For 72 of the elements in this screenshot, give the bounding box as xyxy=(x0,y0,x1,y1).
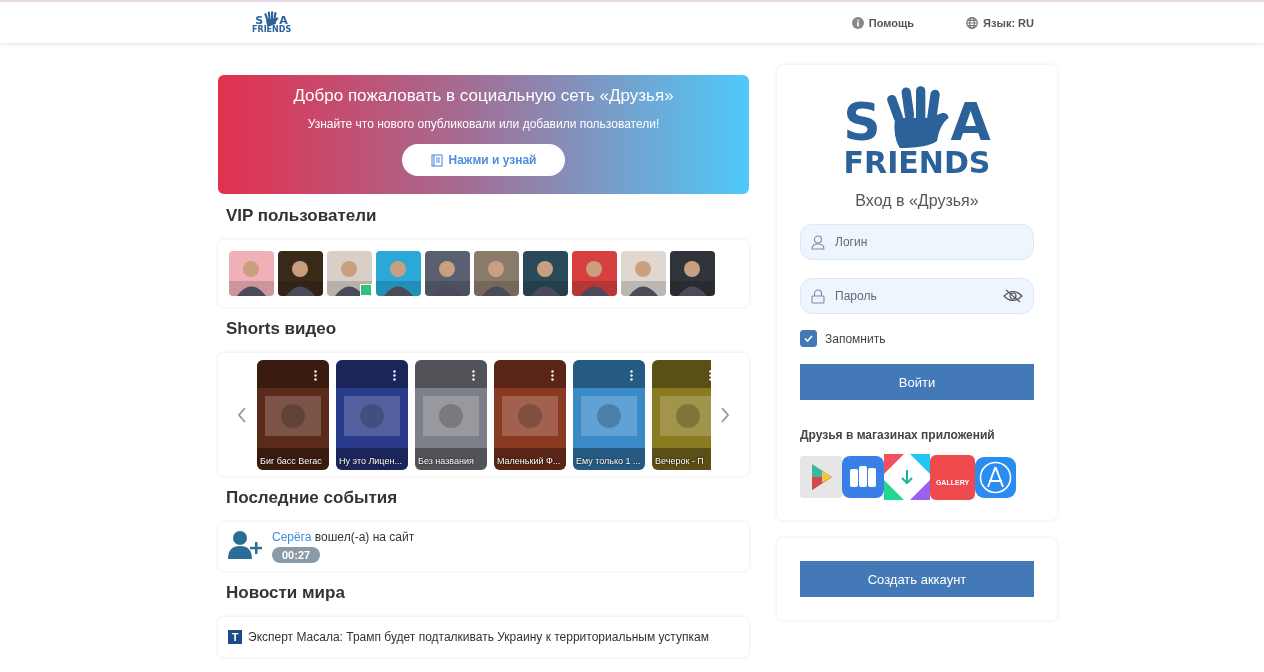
video-caption: Ему только 1 ... xyxy=(576,455,641,466)
app-store-icon[interactable] xyxy=(842,456,884,498)
user-link[interactable]: Серёга xyxy=(272,530,312,544)
login-field[interactable]: Логин xyxy=(800,224,1034,260)
eye-off-icon[interactable] xyxy=(1003,289,1023,303)
section-title: Последние события xyxy=(226,488,399,508)
lock-icon xyxy=(811,288,825,304)
video-thumbnail[interactable]: Вечерок - П xyxy=(652,359,711,470)
user-avatar[interactable] xyxy=(670,251,715,296)
user-avatar[interactable] xyxy=(376,251,421,296)
user-avatar[interactable] xyxy=(621,251,666,296)
video-caption: Без названия xyxy=(418,455,474,466)
video-thumbnail[interactable]: Ему только 1 ... xyxy=(573,359,645,470)
section-title: VIP пользователи xyxy=(226,206,378,226)
hand-icon xyxy=(263,11,280,26)
video-caption: Ну это Лицен... xyxy=(339,455,402,466)
user-avatar[interactable] xyxy=(425,251,470,296)
video-thumbnail[interactable]: Маленький Ф... xyxy=(494,359,566,470)
logo-word: FRIENDS xyxy=(843,148,991,178)
password-input[interactable]: Пароль xyxy=(833,288,995,304)
video-thumbnail[interactable]: Биг басс Вегас xyxy=(257,359,329,470)
user-avatar[interactable] xyxy=(474,251,519,296)
chevron-left-icon xyxy=(237,406,247,423)
header-link[interactable]: Язык: RU xyxy=(966,16,1034,29)
news-headline[interactable]: Эксперт Масала: Трамп будет подталкивать Украину к территориальным уступкам xyxy=(248,630,709,644)
video-thumbnail[interactable]: Без названия xyxy=(415,359,487,470)
banner-title: Добро пожаловать в социальную сеть «Друзья» xyxy=(293,86,674,106)
online-badge xyxy=(360,284,372,296)
checkbox[interactable] xyxy=(800,330,817,347)
user-avatar[interactable] xyxy=(327,251,372,296)
logo-letter: A xyxy=(279,14,288,26)
section-title: Новости мира xyxy=(226,583,346,603)
app-store-icon[interactable] xyxy=(975,456,1016,498)
password-field[interactable]: Пароль xyxy=(800,278,1034,314)
more-icon[interactable] xyxy=(314,369,317,381)
user-avatar[interactable] xyxy=(523,251,568,296)
download-store-icon[interactable] xyxy=(884,454,930,500)
source-icon: T xyxy=(228,630,242,644)
stores-title: Друзья в магазинах приложений xyxy=(800,428,996,442)
check-icon xyxy=(804,335,813,342)
login-button[interactable]: Войти xyxy=(800,364,1034,400)
login-input[interactable]: Логин xyxy=(833,234,1023,250)
user-add-icon xyxy=(228,530,262,560)
video-caption: Биг басс Вегас xyxy=(260,455,322,466)
more-icon[interactable] xyxy=(472,369,475,381)
logo-letter: A xyxy=(950,96,991,148)
video-thumbnail[interactable]: Ну это Лицен... xyxy=(336,359,408,470)
more-icon[interactable] xyxy=(551,369,554,381)
globe-icon xyxy=(966,16,979,29)
event-time: 00:27 xyxy=(272,547,321,563)
video-caption: Маленький Ф... xyxy=(497,455,561,466)
logo-word: FRIENDS xyxy=(252,25,292,34)
event-text: Серёга вошел(-а) на сайт xyxy=(272,530,415,544)
logo-letter: S xyxy=(255,14,264,26)
play-store-icon[interactable] xyxy=(800,456,842,498)
user-avatar[interactable] xyxy=(229,251,274,296)
logo-letter: S xyxy=(843,96,881,148)
more-icon[interactable] xyxy=(393,369,396,381)
more-icon[interactable] xyxy=(630,369,633,381)
video-caption: Вечерок - П xyxy=(655,455,704,466)
user-icon xyxy=(811,234,825,250)
banner-subtitle: Узнайте что нового опубликовали или добавили пользователи! xyxy=(307,117,660,131)
user-avatar[interactable] xyxy=(572,251,617,296)
user-avatar[interactable] xyxy=(278,251,323,296)
remember-checkbox[interactable]: Запомнить xyxy=(800,330,1034,347)
header-link[interactable]: Помощь xyxy=(851,16,915,29)
register-button[interactable]: Создать аккаунт xyxy=(800,561,1034,597)
book-icon xyxy=(430,153,443,167)
section-title: Shorts видео xyxy=(226,319,338,339)
info-icon xyxy=(851,16,864,29)
chevron-right-icon xyxy=(720,406,730,423)
login-title: Вход в «Друзья» xyxy=(854,192,980,210)
